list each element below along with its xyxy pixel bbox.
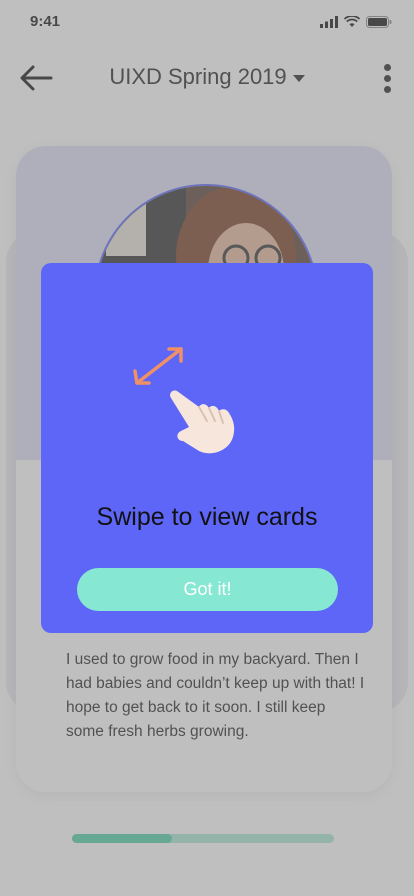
modal-title: Swipe to view cards bbox=[96, 503, 318, 531]
app-screen: 9:41 UIXD Spring 2019 bbox=[0, 0, 414, 896]
swipe-hint-modal: Swipe to view cards Got it! bbox=[41, 263, 373, 633]
got-it-button[interactable]: Got it! bbox=[77, 568, 338, 611]
hand-swipe-icon bbox=[170, 390, 235, 454]
